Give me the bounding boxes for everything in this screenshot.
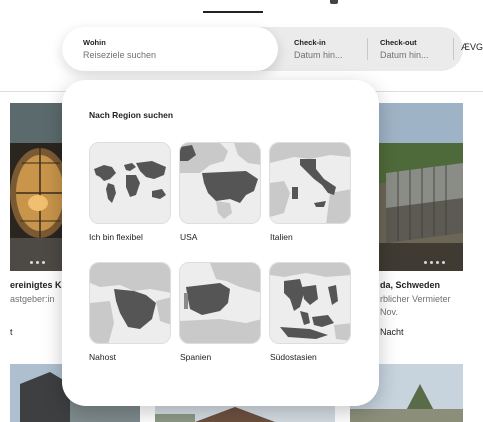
listing-price-left: t bbox=[10, 327, 13, 337]
listing-date-right: Nov. bbox=[380, 307, 398, 317]
where-input[interactable]: Reiseziele suchen bbox=[83, 50, 156, 60]
region-label-usa: USA bbox=[180, 232, 198, 242]
top-edge-marker bbox=[330, 0, 338, 4]
italy-map-icon bbox=[270, 143, 350, 223]
checkin-label: Check-in bbox=[294, 38, 326, 47]
region-tile-spain[interactable] bbox=[179, 262, 261, 344]
search-divider bbox=[453, 38, 454, 60]
search-divider bbox=[367, 38, 368, 60]
usa-map-icon bbox=[180, 143, 260, 223]
region-tile-middle-east[interactable] bbox=[89, 262, 171, 344]
region-label-italy: Italien bbox=[270, 232, 293, 242]
region-tile-usa[interactable] bbox=[179, 142, 261, 224]
listing-title-right: da, Schweden bbox=[380, 280, 441, 290]
listing-card-image-left[interactable] bbox=[10, 103, 64, 271]
where-field[interactable] bbox=[62, 27, 278, 71]
world-map-icon bbox=[90, 143, 170, 223]
where-label: Wohin bbox=[83, 38, 106, 47]
listing-card-image-right[interactable] bbox=[378, 103, 463, 271]
checkout-field[interactable]: Datum hin... bbox=[380, 50, 429, 60]
greenhouse-photo bbox=[378, 103, 463, 271]
region-label-middle-east: Nahost bbox=[89, 352, 116, 362]
guests-label-cut: ÆVG bbox=[461, 42, 483, 52]
region-tile-italy[interactable] bbox=[269, 142, 351, 224]
region-panel-title: Nach Region suchen bbox=[89, 110, 174, 120]
region-tile-flexible[interactable] bbox=[89, 142, 171, 224]
region-tile-southeast-asia[interactable] bbox=[269, 262, 351, 344]
glass-dome-photo bbox=[10, 103, 64, 271]
region-label-spain: Spanien bbox=[180, 352, 212, 362]
region-label-flexible: Ich bin flexibel bbox=[89, 232, 143, 242]
active-tab-underline bbox=[203, 11, 263, 13]
checkin-field[interactable]: Datum hin... bbox=[294, 50, 343, 60]
middle-east-map-icon bbox=[90, 263, 170, 343]
listing-price-right: Nacht bbox=[380, 327, 404, 337]
southeast-asia-map-icon bbox=[270, 263, 350, 343]
listing-title-left: ereinigtes K bbox=[10, 280, 62, 290]
region-label-southeast-asia: Südostasien bbox=[270, 352, 317, 362]
listing-host-right: rblicher Vermieter bbox=[380, 294, 451, 304]
spain-map-icon bbox=[180, 263, 260, 343]
listing-host-left: astgeber:in bbox=[10, 294, 55, 304]
checkout-label: Check-out bbox=[380, 38, 417, 47]
